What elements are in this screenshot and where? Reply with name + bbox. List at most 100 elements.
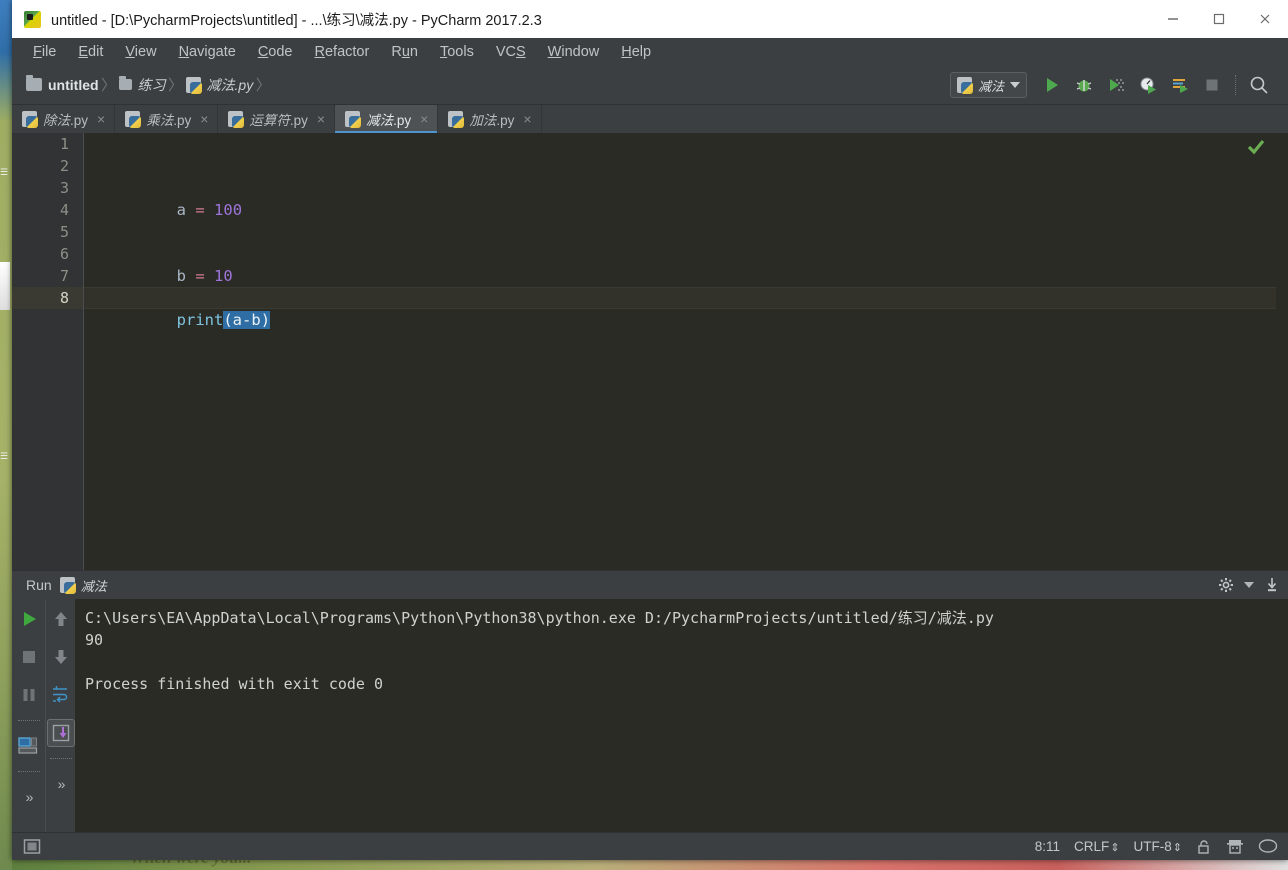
arrow-up-icon[interactable] <box>47 605 75 633</box>
ok-check-icon[interactable] <box>1246 138 1266 161</box>
scroll-to-end-icon[interactable] <box>46 719 75 747</box>
breadcrumb-item-untitled[interactable]: untitled <box>26 75 99 93</box>
token-operator: = <box>195 201 205 219</box>
python-file-icon <box>448 111 465 128</box>
chevrons-right-icon[interactable]: » <box>47 770 75 798</box>
desktop-icon[interactable]: ☰ <box>0 452 11 462</box>
menu-mnemonic: R <box>314 43 325 60</box>
run-button[interactable] <box>1037 70 1067 100</box>
menu-post: elp <box>631 43 652 60</box>
maximize-icon[interactable] <box>1196 0 1242 38</box>
python-file-icon <box>185 76 202 94</box>
search-icon[interactable] <box>1244 70 1274 100</box>
editor-tab-chengfa[interactable]: 乘法.py × <box>115 105 219 133</box>
coverage-icon[interactable] <box>1101 70 1131 100</box>
line-number: 2 <box>59 157 69 175</box>
export-to-file-icon[interactable] <box>1264 577 1280 593</box>
run-console-icon[interactable] <box>1165 70 1195 100</box>
menu-item-help[interactable]: Help <box>610 42 662 62</box>
run-configuration-selector[interactable]: 减法 <box>949 72 1027 98</box>
token-variable-b: b <box>251 311 261 329</box>
tools-separator <box>17 771 40 772</box>
close-tab-icon[interactable]: × <box>317 112 325 126</box>
menu-item-refactor[interactable]: Refactor <box>304 42 381 62</box>
hector-inspector-icon[interactable] <box>1226 838 1244 856</box>
menu-post: ools <box>447 43 474 60</box>
line-separator-widget[interactable]: CRLF⇕ <box>1074 839 1119 854</box>
close-tab-icon[interactable]: × <box>200 112 208 126</box>
stop-icon[interactable] <box>1197 70 1227 100</box>
editor-tab-jiafa[interactable]: 加法.py × <box>438 105 542 133</box>
menu-item-code[interactable]: Code <box>247 42 304 62</box>
gear-icon[interactable] <box>1218 577 1234 593</box>
tab-name: 除法 <box>43 113 70 128</box>
encoding-widget[interactable]: UTF-8⇕ <box>1134 839 1182 854</box>
line-number: 4 <box>59 201 69 219</box>
tab-label: 除法.py <box>43 109 88 129</box>
status-bar-right: 8:11 CRLF⇕ UTF-8⇕ <box>1035 838 1278 856</box>
token-operator: = <box>195 267 205 285</box>
soft-wrap-icon[interactable] <box>47 681 75 709</box>
event-log-icon[interactable] <box>1258 838 1278 856</box>
tab-ext: .py <box>173 113 192 128</box>
title-bar[interactable]: untitled - [D:\PycharmProjects\untitled]… <box>12 0 1288 38</box>
menu-post: ode <box>268 43 293 60</box>
chevrons-right-icon[interactable]: » <box>15 783 43 811</box>
breadcrumb-item-jianfa[interactable]: 减法.py <box>185 75 253 95</box>
run-tool-window-header[interactable]: Run 减法 <box>12 571 1288 599</box>
close-tab-icon[interactable]: × <box>523 112 531 126</box>
menu-item-view[interactable]: View <box>114 42 167 62</box>
close-icon[interactable] <box>1242 0 1288 38</box>
desktop-icon[interactable]: ☰ <box>0 168 11 178</box>
code-editor[interactable]: 1 2 3 4 5 6 7 8 a = 100 b = 10 print(a-b… <box>12 133 1288 570</box>
close-tab-icon[interactable]: × <box>420 112 428 126</box>
console-view-icon[interactable] <box>15 732 43 760</box>
status-bar-left <box>12 837 42 857</box>
chevrons-right-glyph: » <box>25 789 34 805</box>
editor-tab-yunsuanfu[interactable]: 运算符.py × <box>218 105 336 133</box>
tab-label: 加法.py <box>469 109 514 129</box>
menu-mnemonic: V <box>125 43 135 60</box>
tab-name: 运算符 <box>249 113 290 128</box>
code-pane[interactable]: a = 100 b = 10 print(a-b) <box>84 133 1276 570</box>
console-output[interactable]: C:\Users\EA\AppData\Local\Programs\Pytho… <box>75 599 1288 832</box>
profile-icon[interactable] <box>1133 70 1163 100</box>
menu-item-tools[interactable]: Tools <box>429 42 485 62</box>
desktop-icon-document[interactable] <box>0 262 10 310</box>
stop-icon[interactable] <box>15 643 43 671</box>
menu-item-navigate[interactable]: Navigate <box>168 42 247 62</box>
run-header-actions <box>1218 577 1280 593</box>
editor-tabs: 除法.py × 乘法.py × 运算符.py × 减法.py × 加法.py × <box>12 105 1288 133</box>
python-icon <box>59 577 76 594</box>
menu-item-file[interactable]: File <box>22 42 67 62</box>
editor-tab-jianfa[interactable]: 减法.py × <box>335 105 439 133</box>
editor-gutter[interactable]: 1 2 3 4 5 6 7 8 <box>12 133 84 570</box>
caret-position[interactable]: 8:11 <box>1035 839 1060 854</box>
tools-separator <box>17 720 40 721</box>
editor-scrollbar[interactable] <box>1276 133 1288 570</box>
encoding-value: UTF-8 <box>1133 839 1172 854</box>
lock-icon[interactable] <box>1196 839 1212 855</box>
menu-item-edit[interactable]: Edit <box>67 42 114 62</box>
tab-name: 加法 <box>469 113 497 128</box>
menu-item-run[interactable]: Run <box>380 42 429 62</box>
editor-tab-chufa[interactable]: 除法.py × <box>12 105 116 133</box>
debug-bug-icon[interactable] <box>1069 70 1099 100</box>
toggle-tool-window-icon[interactable] <box>22 837 42 857</box>
breadcrumb-item-lianxi[interactable]: 练习 <box>118 75 166 95</box>
close-tab-icon[interactable]: × <box>97 112 105 126</box>
rerun-icon[interactable] <box>15 605 43 633</box>
token-paren-close: ) <box>260 311 271 329</box>
run-config-name-label: 减法 <box>80 578 107 594</box>
minimize-icon[interactable] <box>1150 0 1196 38</box>
window-controls <box>1150 0 1288 38</box>
chevron-down-icon[interactable] <box>1010 82 1020 88</box>
tab-ext: .py <box>393 113 412 128</box>
chevron-down-icon[interactable] <box>1244 582 1254 588</box>
pause-icon[interactable] <box>15 681 43 709</box>
arrow-down-icon[interactable] <box>47 643 75 671</box>
run-tools-column-1: » <box>12 599 45 832</box>
menu-item-window[interactable]: Window <box>537 42 611 62</box>
menu-item-vcs[interactable]: VCS <box>485 42 537 62</box>
menu-post: n <box>409 43 418 60</box>
